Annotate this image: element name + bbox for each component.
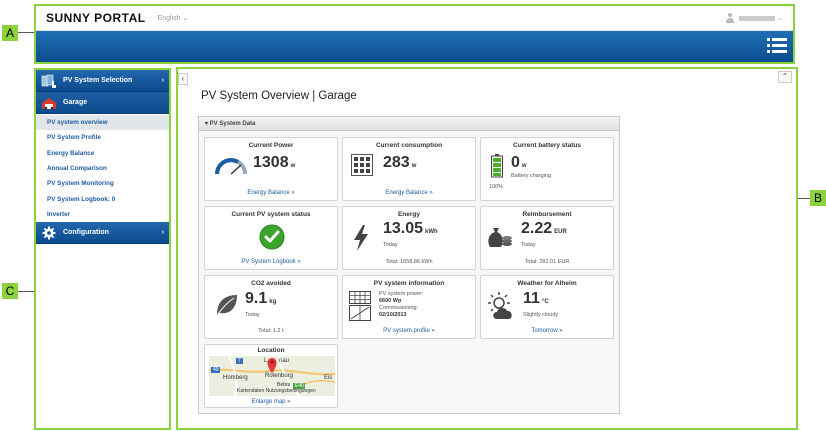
callout-label-a: A xyxy=(2,25,18,41)
callout-box-b xyxy=(176,67,798,430)
callout-label-c: C xyxy=(2,283,18,299)
callout-label-b: B xyxy=(810,190,826,206)
callout-box-c xyxy=(34,68,171,430)
callout-line-b xyxy=(798,198,810,199)
callout-line-a xyxy=(18,32,34,33)
callout-box-a xyxy=(34,4,795,64)
callout-line-c xyxy=(18,291,34,292)
